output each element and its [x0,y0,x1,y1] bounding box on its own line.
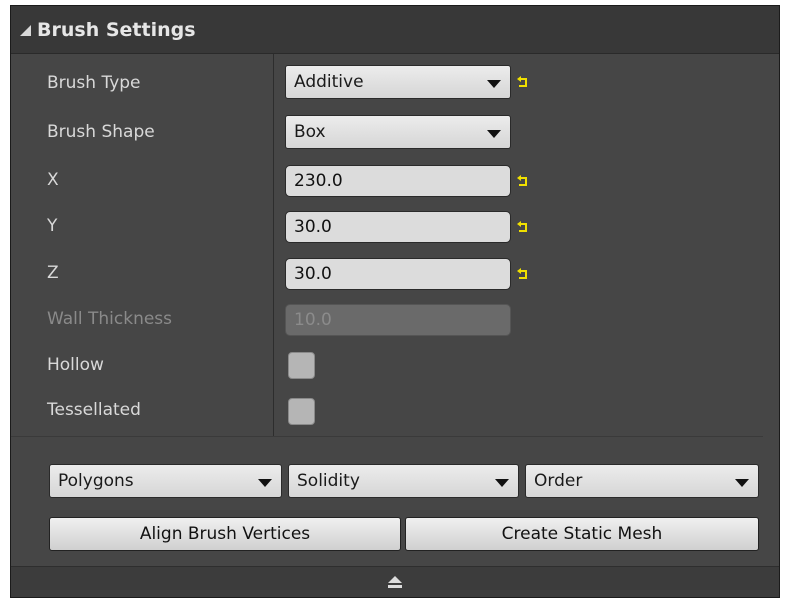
tessellated-label: Tessellated [47,400,141,420]
column-divider[interactable] [273,54,274,436]
brush-shape-dropdown[interactable]: Box [285,115,511,149]
chevron-down-icon [487,130,501,138]
y-value: 30.0 [294,217,332,237]
brush-shape-label: Brush Shape [47,122,155,142]
tessellated-checkbox[interactable] [288,398,315,425]
brush-type-label: Brush Type [47,73,141,93]
brush-type-value: Additive [294,72,364,92]
section-divider [11,436,763,437]
eject-icon[interactable] [387,575,403,589]
order-dropdown[interactable]: Order [525,464,759,498]
reset-to-default-icon[interactable] [516,75,530,89]
hollow-label: Hollow [47,355,104,375]
reset-to-default-icon[interactable] [516,220,530,234]
wall-thickness-label: Wall Thickness [47,309,173,329]
z-label: Z [47,263,59,283]
z-value: 30.0 [294,264,332,284]
brush-settings-panel: Brush Settings Brush Type Additive Brush… [10,5,780,598]
reset-to-default-icon[interactable] [516,267,530,281]
y-label: Y [47,216,58,236]
wall-thickness-input: 10.0 [285,304,511,336]
chevron-down-icon [735,479,749,487]
x-input[interactable]: 230.0 [285,165,511,197]
z-input[interactable]: 30.0 [285,258,511,290]
create-static-mesh-button[interactable]: Create Static Mesh [405,517,759,551]
order-label: Order [534,471,583,491]
chevron-down-icon [258,479,272,487]
polygons-label: Polygons [58,471,134,491]
reset-to-default-icon[interactable] [516,174,530,188]
collapse-triangle-icon[interactable] [20,25,31,36]
advanced-expander[interactable] [11,566,779,597]
x-label: X [47,170,59,190]
align-brush-vertices-button[interactable]: Align Brush Vertices [49,517,401,551]
chevron-down-icon [495,479,509,487]
solidity-label: Solidity [297,471,360,491]
brush-type-dropdown[interactable]: Additive [285,65,511,99]
y-input[interactable]: 30.0 [285,211,511,243]
x-value: 230.0 [294,171,343,191]
wall-thickness-value: 10.0 [294,310,332,330]
section-header[interactable]: Brush Settings [11,6,779,54]
brush-shape-value: Box [294,122,326,142]
polygons-dropdown[interactable]: Polygons [49,464,282,498]
section-title: Brush Settings [37,19,196,41]
hollow-checkbox[interactable] [288,352,315,379]
chevron-down-icon [487,80,501,88]
solidity-dropdown[interactable]: Solidity [288,464,519,498]
